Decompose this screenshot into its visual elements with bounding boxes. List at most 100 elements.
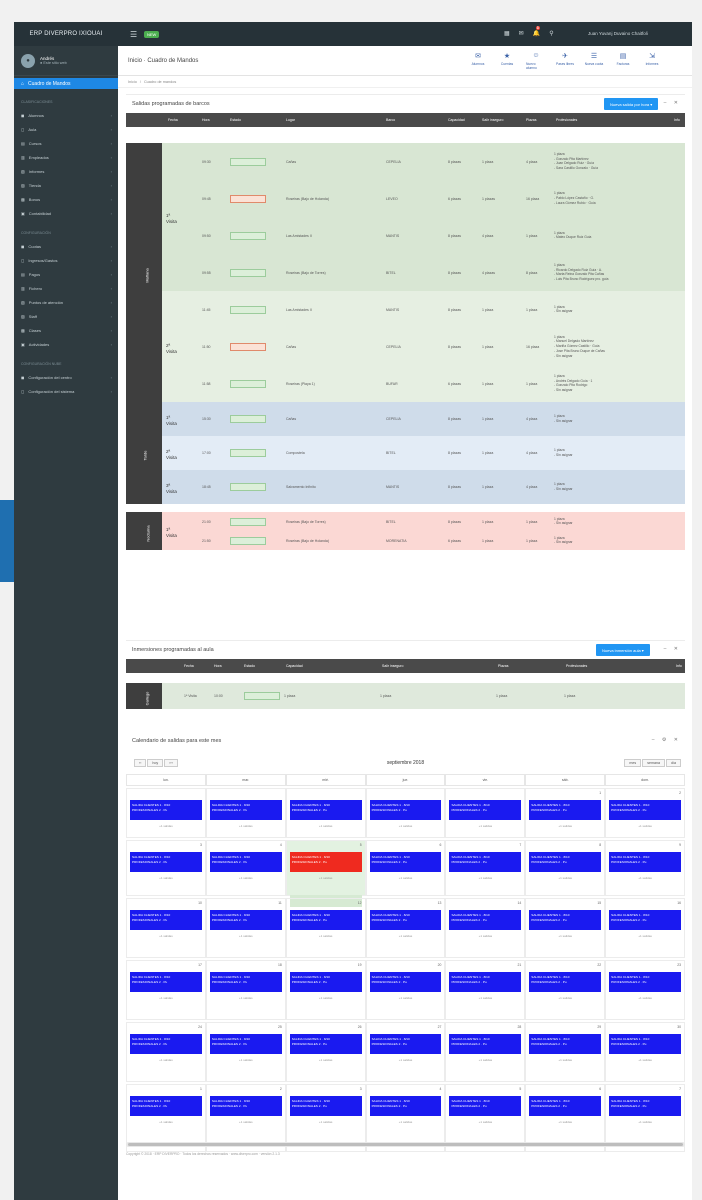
header-action-button[interactable]: ☺ Nuevo alumno: [526, 52, 546, 70]
calendar-event[interactable]: SALIDA CLIENTES 1 · 8/10 PROFESIONALES 2 …: [369, 1034, 442, 1054]
calendar-event[interactable]: SALIDA CLIENTES 1 · 8/10 PROFESIONALES 2 …: [609, 1096, 682, 1116]
salida-row[interactable]: 11:58 Roseiras (Playa 1) BUFAR 6 plazas 1 pl…: [162, 365, 685, 402]
calendar-day-cell[interactable]: SALIDA CLIENTES 1 · 8/10 PROFESIONALES 2 …: [126, 788, 206, 838]
calendar-event[interactable]: SALIDA CLIENTES 1 · 8/10 PROFESIONALES 2 …: [130, 910, 202, 930]
card-controls[interactable]: – ✕: [664, 100, 681, 106]
grid-icon[interactable]: ▦: [504, 30, 510, 37]
calendar-day-cell[interactable]: 15 SALIDA CLIENTES 1 · 8/10 PROFESIONALES …: [525, 898, 606, 958]
new-inmersion-button[interactable]: Nueva inmersión aula ▾: [596, 644, 650, 656]
calendar-event[interactable]: SALIDA CLIENTES 1 · 8/10 PROFESIONALES 2 …: [369, 1096, 442, 1116]
salida-row[interactable]: 21:00 Roseiras (Bajo de Torres) BITEL 8 pla…: [162, 512, 685, 531]
event-more-link[interactable]: +1 salidas: [127, 934, 205, 938]
calendar-day-cell[interactable]: 14 SALIDA CLIENTES 1 · 8/10 PROFESIONALES …: [445, 898, 526, 958]
event-more-link[interactable]: +1 salidas: [606, 1058, 684, 1062]
sidebar-item[interactable]: ▤ Cursos ›: [14, 136, 118, 150]
bell-icon[interactable]: 🔔 3: [533, 26, 540, 37]
status-pill[interactable]: [244, 692, 280, 700]
sidebar-item[interactable]: ▩ Bonos ›: [14, 192, 118, 206]
calendar-event[interactable]: SALIDA CLIENTES 1 · 8/10 PROFESIONALES 2 …: [369, 800, 442, 820]
sidebar-item[interactable]: ▨ Staff ›: [14, 309, 118, 323]
view-week-button[interactable]: semana: [642, 759, 665, 767]
calendar-day-cell[interactable]: 13 SALIDA CLIENTES 1 · 8/10 PROFESIONALES …: [365, 898, 446, 958]
calendar-day-cell[interactable]: 9 SALIDA CLIENTES 1 · 8/10 PROFESIONALES 2…: [605, 840, 686, 896]
header-action-button[interactable]: ☰ Nueva cuota: [584, 52, 604, 70]
calendar-event[interactable]: SALIDA CLIENTES 1 · 8/10 PROFESIONALES 2 …: [449, 852, 522, 872]
event-more-link[interactable]: +1 salidas: [367, 1058, 445, 1062]
calendar-day-cell[interactable]: 18 SALIDA CLIENTES 1 · 8/10 PROFESIONALES …: [205, 960, 286, 1020]
event-more-link[interactable]: +1 salidas: [287, 824, 365, 828]
calendar-event[interactable]: SALIDA CLIENTES 1 · 8/10 PROFESIONALES 2 …: [209, 1096, 282, 1116]
calendar-event[interactable]: SALIDA CLIENTES 1 · 8/10 PROFESIONALES 2 …: [529, 800, 602, 820]
calendar-day-cell[interactable]: 24 SALIDA CLIENTES 1 · 8/10 PROFESIONALES …: [126, 1022, 206, 1082]
event-more-link[interactable]: +1 salidas: [207, 824, 285, 828]
event-more-link[interactable]: +1 salidas: [446, 1058, 524, 1062]
status-pill[interactable]: [230, 342, 266, 351]
calendar-event[interactable]: SALIDA CLIENTES 1 · 8/10 PROFESIONALES 2 …: [449, 1034, 522, 1054]
calendar-day-cell[interactable]: 19 SALIDA CLIENTES 1 · 8/10 PROFESIONALES …: [285, 960, 366, 1020]
sidebar-item[interactable]: ◻ Ingresos/Gastos ›: [14, 253, 118, 267]
header-action-button[interactable]: ✉ Alumnos: [468, 52, 488, 70]
event-more-link[interactable]: +1 salidas: [127, 1058, 205, 1062]
calendar-day-cell[interactable]: 20 SALIDA CLIENTES 1 · 8/10 PROFESIONALES …: [365, 960, 446, 1020]
calendar-day-cell[interactable]: 21 SALIDA CLIENTES 1 · 8/10 PROFESIONALES …: [445, 960, 526, 1020]
calendar-event[interactable]: SALIDA CLIENTES 1 · 8/10 PROFESIONALES 2 …: [529, 910, 602, 930]
card-controls[interactable]: – ⚙ ✕: [652, 737, 681, 743]
calendar-day-cell[interactable]: 5 SALIDA CLIENTES 1 · 8/10 PROFESIONALES 2…: [285, 840, 366, 907]
event-more-link[interactable]: +1 salidas: [446, 824, 524, 828]
calendar-event[interactable]: SALIDA CLIENTES 1 · 8/10 PROFESIONALES 2 …: [369, 852, 442, 872]
sidebar-item[interactable]: ▧ Informes ›: [14, 164, 118, 178]
event-more-link[interactable]: +1 salidas: [606, 876, 684, 880]
calendar-day-cell[interactable]: 28 SALIDA CLIENTES 1 · 8/10 PROFESIONALES …: [445, 1022, 526, 1082]
sidebar-item[interactable]: ▤ Pagos ›: [14, 267, 118, 281]
calendar-event[interactable]: SALIDA CLIENTES 1 · 8/10 PROFESIONALES 2 …: [209, 910, 282, 930]
calendar-day-cell[interactable]: 3 SALIDA CLIENTES 1 · 8/10 PROFESIONALES 2…: [126, 840, 206, 896]
calendar-day-cell[interactable]: 27 SALIDA CLIENTES 1 · 8/10 PROFESIONALES …: [365, 1022, 446, 1082]
breadcrumb-home[interactable]: Inicio: [128, 80, 137, 84]
status-pill[interactable]: [230, 194, 266, 203]
calendar-day-cell[interactable]: 22 SALIDA CLIENTES 1 · 8/10 PROFESIONALES …: [525, 960, 606, 1020]
calendar-day-cell[interactable]: 2 SALIDA CLIENTES 1 · 8/10 PROFESIONALES 2…: [605, 788, 686, 838]
calendar-day-cell[interactable]: 26 SALIDA CLIENTES 1 · 8/10 PROFESIONALES …: [285, 1022, 366, 1082]
calendar-day-cell[interactable]: 1 SALIDA CLIENTES 1 · 8/10 PROFESIONALES 2…: [525, 788, 606, 838]
status-pill[interactable]: [230, 157, 266, 166]
calendar-day-cell[interactable]: SALIDA CLIENTES 1 · 8/10 PROFESIONALES 2 …: [365, 788, 446, 838]
sidebar-item[interactable]: ▧ Puntos de atención ›: [14, 295, 118, 309]
calendar-event[interactable]: SALIDA CLIENTES 1 · 8/10 PROFESIONALES 2 …: [449, 972, 522, 992]
calendar-event[interactable]: SALIDA CLIENTES 1 · 8/10 PROFESIONALES 2 …: [289, 800, 362, 820]
new-salida-button[interactable]: Nueva salida por hora ▾: [604, 98, 659, 110]
calendar-event[interactable]: SALIDA CLIENTES 1 · 8/10 PROFESIONALES 2 …: [130, 972, 202, 992]
calendar-event[interactable]: SALIDA CLIENTES 1 · 8/10 PROFESIONALES 2 …: [369, 910, 442, 930]
calendar-event[interactable]: SALIDA CLIENTES 1 · 8/10 PROFESIONALES 2 …: [529, 1096, 602, 1116]
calendar-event[interactable]: SALIDA CLIENTES 1 · 8/10 PROFESIONALES 2 …: [130, 800, 202, 820]
calendar-event[interactable]: SALIDA CLIENTES 1 · 8/10 PROFESIONALES 2 …: [289, 972, 362, 992]
calendar-event[interactable]: SALIDA CLIENTES 1 · 8/10 PROFESIONALES 2 …: [449, 1096, 522, 1116]
calendar-event[interactable]: SALIDA CLIENTES 1 · 8/10 PROFESIONALES 2 …: [209, 800, 282, 820]
calendar-event[interactable]: SALIDA CLIENTES 1 · 8/10 PROFESIONALES 2 …: [529, 972, 602, 992]
calendar-day-cell[interactable]: 8 SALIDA CLIENTES 1 · 8/10 PROFESIONALES 2…: [525, 840, 606, 896]
sidebar-item[interactable]: ▩ Clases ›: [14, 323, 118, 337]
sidebar-item-dashboard[interactable]: ⌂ Cuadro de Mandos: [14, 78, 118, 89]
calendar-day-cell[interactable]: 4 SALIDA CLIENTES 1 · 8/10 PROFESIONALES 2…: [205, 840, 286, 896]
sidebar-item[interactable]: ◼ Configuración del centro ›: [14, 370, 118, 384]
calendar-day-cell[interactable]: SALIDA CLIENTES 1 · 8/10 PROFESIONALES 2 …: [285, 788, 366, 838]
salida-row[interactable]: 11:45 Las Amistades II MANTIS 8 plazas 1 pla…: [162, 291, 685, 328]
user-menu[interactable]: Juan Yuvanj Duvaino Chaitfoli: [588, 31, 648, 36]
salida-row[interactable]: 21:50 Roseiras (Bajo de Holanda) MORENATIA…: [162, 531, 685, 550]
calendar-event[interactable]: SALIDA CLIENTES 1 · 8/10 PROFESIONALES 2 …: [609, 972, 682, 992]
event-more-link[interactable]: +1 salidas: [367, 996, 445, 1000]
calendar-event[interactable]: SALIDA CLIENTES 1 · 8/10 PROFESIONALES 2 …: [609, 800, 682, 820]
calendar-event[interactable]: SALIDA CLIENTES 1 · 8/10 PROFESIONALES 2 …: [609, 852, 682, 872]
event-more-link[interactable]: +1 salidas: [127, 876, 205, 880]
header-action-button[interactable]: ▤ Facturas: [613, 52, 633, 70]
event-more-link[interactable]: +1 salidas: [606, 824, 684, 828]
calendar-day-cell[interactable]: SALIDA CLIENTES 1 · 8/10 PROFESIONALES 2 …: [445, 788, 526, 838]
event-more-link[interactable]: +1 salidas: [287, 934, 365, 938]
salida-row[interactable]: 17:00 Compostela BITEL 8 plazas 1 plaza 4 pla…: [162, 436, 685, 470]
salida-row[interactable]: 18:45 Salvamento Infinito MANTIS 8 plazas 1 …: [162, 470, 685, 504]
status-pill[interactable]: [230, 517, 266, 526]
calendar-day-cell[interactable]: 29 SALIDA CLIENTES 1 · 8/10 PROFESIONALES …: [525, 1022, 606, 1082]
event-more-link[interactable]: +1 salidas: [287, 876, 365, 880]
calendar-event[interactable]: SALIDA CLIENTES 1 · 8/10 PROFESIONALES 2 …: [130, 852, 202, 872]
status-pill[interactable]: [230, 305, 266, 314]
salida-row[interactable]: 09:55 Roseiras (Bajo de Torres) BITEL 8 pla…: [162, 254, 685, 291]
